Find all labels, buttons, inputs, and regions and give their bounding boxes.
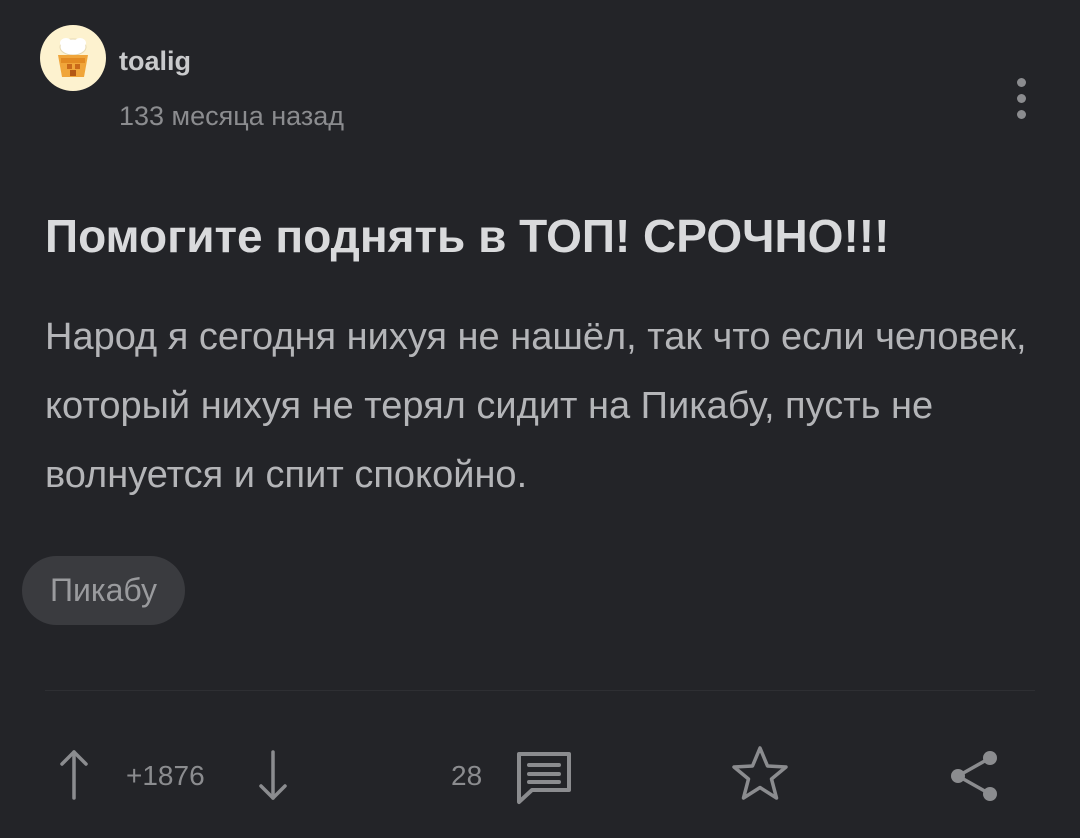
comment-icon[interactable]	[514, 748, 574, 806]
post-card: toalig 133 месяца назад Помогите поднять…	[0, 0, 1080, 838]
avatar[interactable]	[40, 25, 106, 91]
cupcake-avatar-icon	[58, 38, 88, 77]
arrow-down-icon[interactable]	[255, 748, 291, 802]
comments-count[interactable]: 28	[451, 758, 482, 794]
author-username[interactable]: toalig	[119, 44, 191, 78]
divider	[45, 690, 1035, 691]
post-title[interactable]: Помогите поднять в ТОП! СРОЧНО!!!	[45, 208, 889, 264]
share-icon[interactable]	[946, 746, 1004, 806]
more-vertical-icon[interactable]	[1008, 78, 1034, 124]
tag-pikabu[interactable]: Пикабу	[22, 556, 185, 625]
arrow-up-icon[interactable]	[56, 748, 92, 802]
post-timestamp: 133 месяца назад	[119, 101, 345, 131]
star-icon[interactable]	[730, 744, 790, 804]
post-body: Народ я сегодня нихуя не нашёл, так что …	[45, 316, 1027, 496]
rating-value: +1876	[126, 760, 205, 791]
